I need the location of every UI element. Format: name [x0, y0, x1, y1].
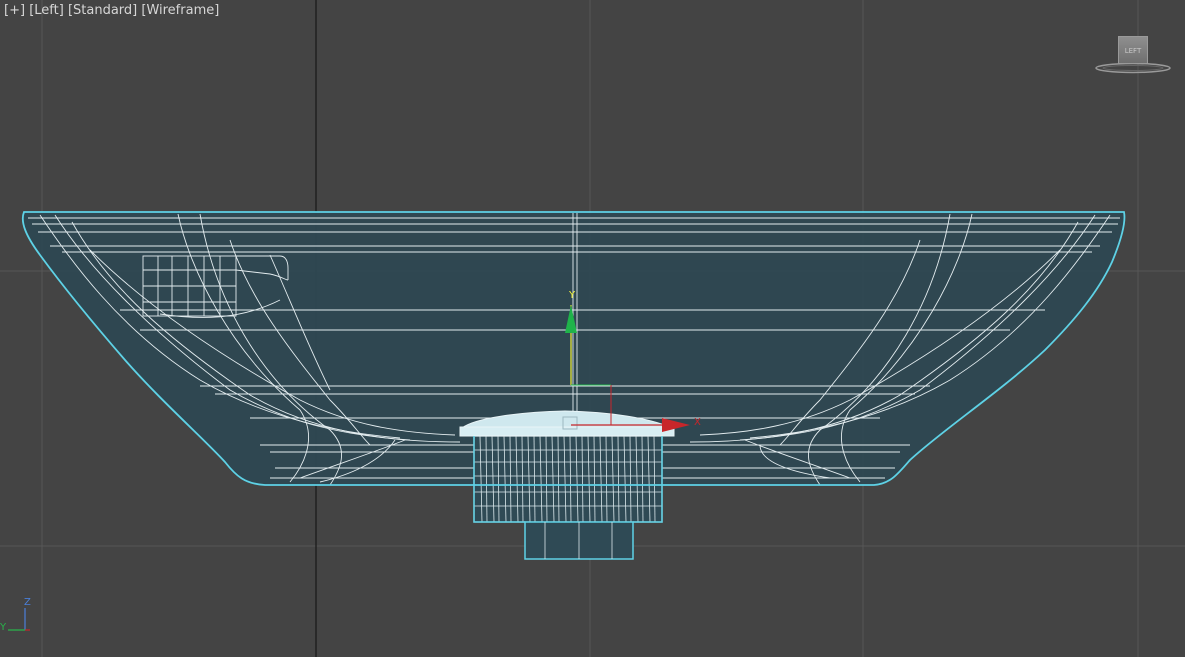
viewport-label-bar: [+] [Left] [Standard] [Wireframe]: [4, 3, 219, 18]
viewport-left-wireframe[interactable]: [+] [Left] [Standard] [Wireframe] Y X LE…: [0, 0, 1185, 657]
viewcube-face-left[interactable]: LEFT: [1118, 36, 1148, 64]
viewport-menu-button[interactable]: [+]: [4, 3, 25, 18]
viewport-scene[interactable]: [0, 0, 1185, 657]
display-mode-button[interactable]: [Wireframe]: [141, 3, 219, 18]
gizmo-x-label: X: [694, 417, 701, 428]
axis-y-label: Y: [0, 622, 7, 633]
shading-preset-button[interactable]: [Standard]: [68, 3, 137, 18]
world-axis-tripod: Z Y: [0, 596, 40, 636]
viewcube[interactable]: LEFT: [1094, 34, 1172, 76]
gizmo-y-label: Y: [569, 290, 576, 301]
axis-z-label: Z: [24, 597, 31, 608]
view-type-button[interactable]: [Left]: [29, 3, 64, 18]
